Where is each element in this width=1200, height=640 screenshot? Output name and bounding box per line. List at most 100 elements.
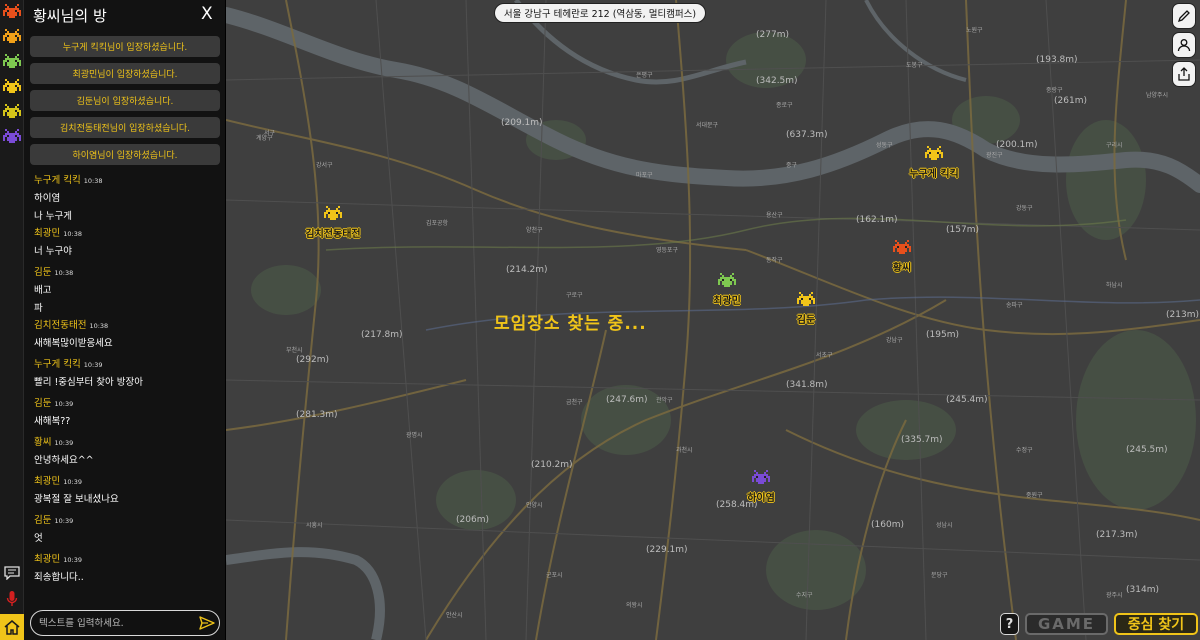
chat-message: 황씨 10:39 안녕하세요^^ — [34, 434, 220, 466]
edit-button[interactable] — [1172, 3, 1196, 29]
entry-notice: 하이염님이 입장하셨습니다. — [30, 144, 220, 165]
member-avatar-strip — [0, 0, 24, 640]
district-label: 서구 — [264, 130, 276, 137]
pencil-icon — [1177, 10, 1190, 23]
message-sender: 최광민 — [34, 228, 61, 239]
district-label: 강남구 — [886, 337, 903, 344]
message-text: 빨리 !중심부터 찾아 방장아 — [34, 377, 144, 388]
marker-label: 누구게 킥킥 — [909, 169, 959, 180]
find-center-button[interactable]: 중심 찾기 — [1114, 613, 1198, 635]
message-text: 나 누구게 — [34, 211, 72, 222]
chat-input[interactable] — [39, 616, 189, 630]
message-text: 엇 — [34, 533, 43, 544]
message-sender: 김둔 — [34, 267, 52, 278]
chat-toggle-button[interactable] — [0, 562, 24, 584]
microphone-icon — [6, 591, 18, 606]
district-label: 수정구 — [1016, 447, 1033, 454]
member-avatar-purple[interactable] — [1, 127, 23, 147]
peak-height-label: (162.1m) — [856, 215, 898, 225]
entry-notice: 김치전동태전님이 입장하셨습니다. — [30, 117, 220, 138]
peak-height-label: (341.8m) — [786, 380, 828, 390]
close-chat-button[interactable]: X — [201, 4, 213, 24]
message-sender: 김치전동태전 — [34, 320, 87, 331]
district-label: 안산시 — [446, 612, 463, 619]
user-marker[interactable]: 최광민 — [697, 273, 757, 307]
game-button[interactable]: GAME — [1025, 613, 1108, 635]
district-label: 남양주시 — [1146, 92, 1169, 99]
marker-label: 김둔 — [796, 315, 816, 326]
chat-message: 김둔 10:38 배고 파 — [34, 264, 220, 314]
member-avatar-yellow[interactable] — [1, 77, 23, 97]
peak-height-label: (229.1m) — [646, 545, 688, 555]
district-label: 구리시 — [1106, 142, 1123, 149]
peak-height-label: (314m) — [1126, 585, 1159, 595]
message-sender: 김둔 — [34, 515, 52, 526]
peak-height-label: (157m) — [946, 225, 979, 235]
district-label: 중랑구 — [1046, 87, 1063, 94]
message-text: 하이염 — [34, 193, 61, 204]
message-text: 배고 — [34, 285, 52, 296]
room-title: 황씨님의 방 — [33, 7, 107, 25]
member-avatar-green[interactable] — [1, 52, 23, 72]
help-button[interactable]: ? — [1000, 613, 1019, 635]
district-label: 영등포구 — [656, 247, 679, 254]
chat-message: 최광민 10:39 광복절 잘 보내셨나요 — [34, 473, 220, 505]
user-marker[interactable]: 황씨 — [872, 240, 932, 274]
member-avatar-yellow-2[interactable] — [1, 102, 23, 122]
district-label: 군포시 — [546, 572, 563, 579]
message-sender: 김둔 — [34, 398, 52, 409]
peak-height-label: (217.3m) — [1096, 530, 1138, 540]
member-avatar-orange[interactable] — [1, 27, 23, 47]
district-label: 중원구 — [1026, 492, 1043, 499]
message-text: 새해복?? — [34, 416, 71, 427]
district-label: 도봉구 — [906, 62, 923, 69]
space-invader-icon — [893, 240, 911, 254]
district-label: 분당구 — [931, 572, 948, 579]
peak-height-label: (277m) — [756, 30, 789, 40]
chat-panel: 황씨님의 방 X 누구게 킥킥님이 입장하셨습니다. 최광민님이 입장하셨습니다… — [24, 0, 226, 640]
district-label: 강동구 — [1016, 205, 1033, 212]
district-label: 동작구 — [766, 257, 783, 264]
mic-button[interactable] — [0, 588, 24, 610]
chat-message: 누구게 킥킥 10:39 빨리 !중심부터 찾아 방장아 — [34, 356, 220, 388]
message-time: 10:39 — [54, 400, 74, 408]
district-label: 마포구 — [636, 172, 653, 179]
message-text: 안녕하세요^^ — [34, 455, 94, 466]
peak-height-label: (210.2m) — [531, 460, 573, 470]
map-view[interactable]: 계양구 서구 강서구 김포공항 양천구 구로구 영등포구 동작구 관악구 금천구… — [226, 0, 1200, 640]
share-button[interactable] — [1172, 61, 1196, 87]
chat-header: 황씨님의 방 X — [24, 0, 226, 30]
district-label: 광명시 — [406, 432, 423, 439]
message-time: 10:39 — [63, 556, 82, 564]
district-label: 노원구 — [966, 27, 983, 34]
peak-height-label: (200.1m) — [996, 140, 1038, 150]
peak-height-label: (342.5m) — [756, 76, 798, 86]
profile-button[interactable] — [1172, 32, 1196, 58]
district-label: 광진구 — [986, 152, 1003, 159]
user-marker[interactable]: 누구게 킥킥 — [904, 146, 964, 180]
chat-message: 김치전동태전 10:38 새해복많이받응세요 — [34, 317, 220, 349]
message-text: 광복절 잘 보내셨나요 — [34, 494, 119, 505]
entry-notice: 김둔님이 입장하셨습니다. — [30, 90, 220, 111]
message-time: 10:38 — [83, 177, 103, 185]
chat-bubble-icon — [4, 566, 20, 580]
district-label: 하남시 — [1106, 282, 1123, 289]
district-label: 안양시 — [526, 502, 543, 509]
home-button[interactable] — [0, 614, 24, 640]
chat-message: 최광민 10:39 죄송합니다.. — [34, 551, 220, 583]
user-marker[interactable]: 김치전동태전 — [303, 206, 363, 240]
message-time: 10:38 — [89, 322, 109, 330]
user-marker[interactable]: 하이염 — [731, 470, 791, 504]
member-avatar-red[interactable] — [1, 2, 23, 22]
user-marker[interactable]: 김둔 — [776, 292, 836, 326]
chat-message: 최광민 10:38 너 누구야 — [34, 225, 220, 257]
peak-height-label: (245.5m) — [1126, 445, 1168, 455]
peak-height-label: (213m) — [1166, 310, 1199, 320]
peak-height-label: (292m) — [296, 355, 329, 365]
peak-height-label: (160m) — [871, 520, 904, 530]
message-text: 죄송합니다.. — [34, 572, 84, 583]
message-time: 10:39 — [54, 517, 74, 525]
marker-label: 최광민 — [713, 296, 741, 307]
send-icon[interactable] — [199, 616, 215, 630]
district-label: 김포공항 — [426, 220, 449, 227]
